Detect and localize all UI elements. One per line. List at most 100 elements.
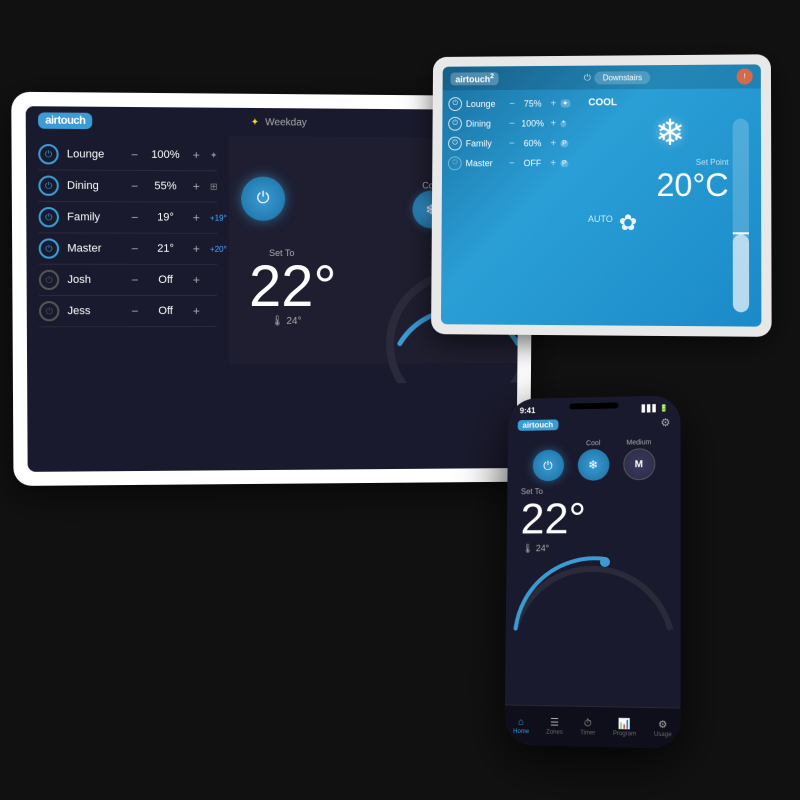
ph-timer-icon: ⏱ xyxy=(584,718,592,729)
ph-cool-button[interactable]: ❄ xyxy=(577,449,609,481)
tb-val-dining: 100% xyxy=(519,118,547,128)
tb-power-icon[interactable]: ⏻ xyxy=(584,72,591,83)
zone-minus-josh[interactable]: − xyxy=(131,273,138,287)
zone-extra-master: +20° xyxy=(210,244,227,253)
zone-name-josh: Josh xyxy=(67,274,123,286)
scene: airtouch ✦ Weekday ✦ 31° ≡ ⏻ xyxy=(0,0,800,800)
tb-temp-area: Set Point 20°C xyxy=(588,158,753,204)
tb-power-master[interactable]: ⏻ xyxy=(448,156,462,170)
zone-plus-josh[interactable]: + xyxy=(193,273,200,287)
tl-zones-panel: ⏻ Lounge − 100% + ✦ ⏻ Dining − 55% xyxy=(26,135,229,365)
zone-minus-family[interactable]: − xyxy=(131,210,138,224)
zone-extra-family: +19° xyxy=(210,213,227,222)
tb-plus-lounge[interactable]: + xyxy=(550,98,556,109)
tb-name-master: Master xyxy=(466,158,505,168)
ph-home-icon: ⌂ xyxy=(518,716,524,727)
ph-cool-group: Cool ❄ xyxy=(577,440,609,481)
tb-val-family: 60% xyxy=(519,138,547,148)
tl-schedule: ✦ Weekday xyxy=(251,117,307,129)
tb-power-lounge[interactable]: ⏻ xyxy=(448,97,462,111)
zone-power-lounge[interactable]: ⏻ xyxy=(38,144,59,164)
ph-current-temp: 🌡 24° xyxy=(507,543,681,554)
zone-row-lounge: ⏻ Lounge − 100% + ✦ xyxy=(38,139,217,171)
zone-value-josh: Off xyxy=(146,274,184,286)
zone-minus-dining[interactable]: − xyxy=(131,179,138,193)
tb-header-center: ⏻ Downstairs xyxy=(584,71,650,84)
tb-auto-row: AUTO ✿ xyxy=(588,210,637,236)
ph-power-group: ⏻ xyxy=(532,450,563,482)
zone-name-jess: Jess xyxy=(67,305,123,317)
ph-temp-panel: Set To 22° 🌡 24° xyxy=(507,486,681,555)
zone-plus-jess[interactable]: + xyxy=(193,304,200,318)
ph-dial-svg xyxy=(506,554,681,635)
tb-plus-dining[interactable]: + xyxy=(550,118,556,129)
tb-cool-label: COOL xyxy=(588,97,617,108)
zone-minus-master[interactable]: − xyxy=(131,242,138,256)
zone-value-family: 19° xyxy=(146,211,184,223)
ph-nav-zones[interactable]: ☰ Zones xyxy=(546,717,563,736)
zone-power-josh[interactable]: ⏻ xyxy=(39,270,59,290)
ph-gear-icon[interactable]: ⚙ xyxy=(661,416,671,429)
ph-big-temp: 22° xyxy=(507,495,681,544)
ph-time: 9:41 xyxy=(520,406,536,415)
zone-power-dining[interactable]: ⏻ xyxy=(38,176,59,196)
zone-value-lounge: 100% xyxy=(146,149,184,161)
zone-extra-lounge: ✦ xyxy=(210,150,218,161)
tb-minus-master[interactable]: − xyxy=(509,158,515,169)
tb-badge-master: P xyxy=(560,160,569,167)
tb-minus-lounge[interactable]: − xyxy=(509,98,515,109)
ph-program-icon: 📊 xyxy=(618,718,631,730)
tb-setpoint-label: Set Point xyxy=(696,158,729,167)
zone-row-master: ⏻ Master − 21° + +20° xyxy=(39,233,217,265)
ph-program-label: Program xyxy=(613,730,636,737)
zone-plus-lounge[interactable]: + xyxy=(193,148,200,162)
ph-nav-usage[interactable]: ⚙ Usage xyxy=(654,719,672,738)
phone: 9:41 ▋▋▋ 🔋 airtouch ⚙ ⏻ Cool ❄ Medium xyxy=(505,395,681,749)
zone-value-master: 21° xyxy=(146,243,184,255)
ph-logo: airtouch xyxy=(518,419,558,430)
ph-medium-button[interactable]: M xyxy=(623,448,655,480)
ph-cool-label: Cool xyxy=(577,440,609,447)
power-button[interactable]: ⏻ xyxy=(241,177,285,221)
tb-zone-family: ⏻ Family − 60% + P xyxy=(442,133,580,153)
ph-nav-program[interactable]: 📊 Program xyxy=(613,718,636,737)
zone-extra-dining: ⊞ xyxy=(210,181,218,192)
zone-power-master[interactable]: ⏻ xyxy=(39,238,59,258)
ph-nav-timer[interactable]: ⏱ Timer xyxy=(580,717,595,736)
tb-auto-label: AUTO xyxy=(588,214,613,224)
ph-power-button[interactable]: ⏻ xyxy=(532,450,563,482)
tb-alert: ! xyxy=(737,68,753,84)
ph-signal: ▋▋▋ 🔋 xyxy=(642,404,669,412)
zone-plus-master[interactable]: + xyxy=(193,242,200,256)
zone-plus-family[interactable]: + xyxy=(193,211,200,225)
ph-nav-home[interactable]: ⌂ Home xyxy=(513,716,529,734)
tb-power-dining[interactable]: ⏻ xyxy=(448,117,462,131)
zone-row-josh: ⏻ Josh − Off + xyxy=(39,265,217,296)
tb-power-family[interactable]: ⏻ xyxy=(448,137,462,151)
tb-plus-family[interactable]: + xyxy=(550,138,556,149)
tb-logo: airtouch2 xyxy=(450,72,498,85)
tb-val-master: OFF xyxy=(519,158,547,168)
zone-minus-lounge[interactable]: − xyxy=(131,148,138,162)
tb-zone-lounge: ⏻ Lounge − 75% + ✦ xyxy=(442,93,580,114)
ph-usage-icon: ⚙ xyxy=(658,719,667,730)
zone-plus-dining[interactable]: + xyxy=(193,179,200,193)
tb-plus-master[interactable]: + xyxy=(550,158,556,169)
tb-minus-dining[interactable]: − xyxy=(509,118,515,129)
zone-value-jess: Off xyxy=(147,305,185,317)
tb-minus-family[interactable]: − xyxy=(509,138,515,149)
zone-power-jess[interactable]: ⏻ xyxy=(39,301,59,321)
zone-minus-jess[interactable]: − xyxy=(131,304,138,318)
tb-big-temp: 20°C xyxy=(657,167,729,204)
airtouch-logo: airtouch xyxy=(38,112,93,129)
ph-bottom-nav: ⌂ Home ☰ Zones ⏱ Timer 📊 Program ⚙ Us xyxy=(505,704,681,748)
tb-badge-family: P xyxy=(560,140,569,147)
tb-fan-icon: ✿ xyxy=(619,210,638,236)
tb-val-lounge: 75% xyxy=(519,99,547,109)
zone-power-family[interactable]: ⏻ xyxy=(38,207,59,227)
tl-zones-list: ⏻ Lounge − 100% + ✦ ⏻ Dining − 55% xyxy=(26,135,229,332)
tb-temp-bar xyxy=(733,119,750,313)
ph-home-label: Home xyxy=(513,728,529,734)
zone-row-dining: ⏻ Dining − 55% + ⊞ xyxy=(38,170,217,202)
tb-temp-line xyxy=(733,233,749,235)
